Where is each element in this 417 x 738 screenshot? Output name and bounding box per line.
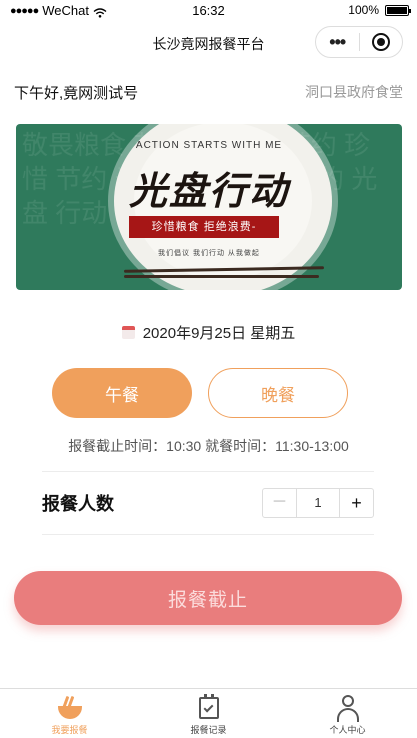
status-bar: ●●●●● WeChat 16:32 100% <box>0 0 417 22</box>
quantity-stepper: － 1 + <box>262 488 374 518</box>
calendar-icon <box>121 326 135 339</box>
more-button[interactable]: ••• <box>316 28 359 56</box>
person-icon <box>334 693 362 723</box>
banner-tag: 珍惜粮食 拒绝浪费- <box>129 216 279 238</box>
date-text: 2020年9月25日 星期五 <box>142 325 296 342</box>
close-button[interactable] <box>359 33 402 51</box>
canteen-selector[interactable]: 洞口县政府食堂 <box>305 82 403 102</box>
clipboard-check-icon <box>195 693 223 723</box>
submit-order-button[interactable]: 报餐截止 <box>14 571 402 625</box>
divider <box>42 471 374 472</box>
banner-header-text: ACTION STARTS WITH ME <box>135 140 283 151</box>
bowl-icon <box>56 693 84 723</box>
tab-label: 个人中心 <box>329 725 366 735</box>
divider <box>42 534 374 535</box>
banner-slogan: 我们倡议 我们行动 从我做起 <box>158 250 260 257</box>
target-close-icon <box>371 33 390 51</box>
mini-program-capsule: ••• <box>315 26 403 58</box>
tab-bar: 我要报餐 报餐记录 个人中心 <box>0 688 417 738</box>
tab-label: 我要报餐 <box>51 725 88 735</box>
tab-order-records[interactable]: 报餐记录 <box>139 689 278 738</box>
meal-times-text: 报餐截止时间：10:30 就餐时间：11:30-13:00 <box>68 438 349 454</box>
increment-button[interactable]: + <box>339 489 373 517</box>
decrement-button[interactable]: － <box>263 489 297 517</box>
date-row: 2020年9月25日 星期五 <box>0 322 417 343</box>
nav-bar: 长沙竟网报餐平台 ••• <box>0 22 417 64</box>
banner-image: 敬畏粮食 节约 光盘 动 节约 珍惜 节约 光盘 珍惜 敬畏 节约 光盘 行动 … <box>16 124 402 290</box>
battery-percent: 100% <box>348 3 379 17</box>
lunch-button[interactable]: 午餐 <box>52 368 192 418</box>
battery-icon <box>385 4 411 16</box>
chopsticks-graphic <box>124 275 319 278</box>
dinner-button[interactable]: 晚餐 <box>208 368 348 418</box>
tab-label: 报餐记录 <box>190 725 227 735</box>
banner-title: 光盘行动 <box>128 168 289 213</box>
greeting-text: 下午好,竟网测试号 <box>14 85 139 102</box>
tab-profile[interactable]: 个人中心 <box>278 689 417 738</box>
quantity-input[interactable]: 1 <box>297 489 339 517</box>
tab-order-meal[interactable]: 我要报餐 <box>0 689 139 738</box>
headcount-label: 报餐人数 <box>42 494 114 514</box>
